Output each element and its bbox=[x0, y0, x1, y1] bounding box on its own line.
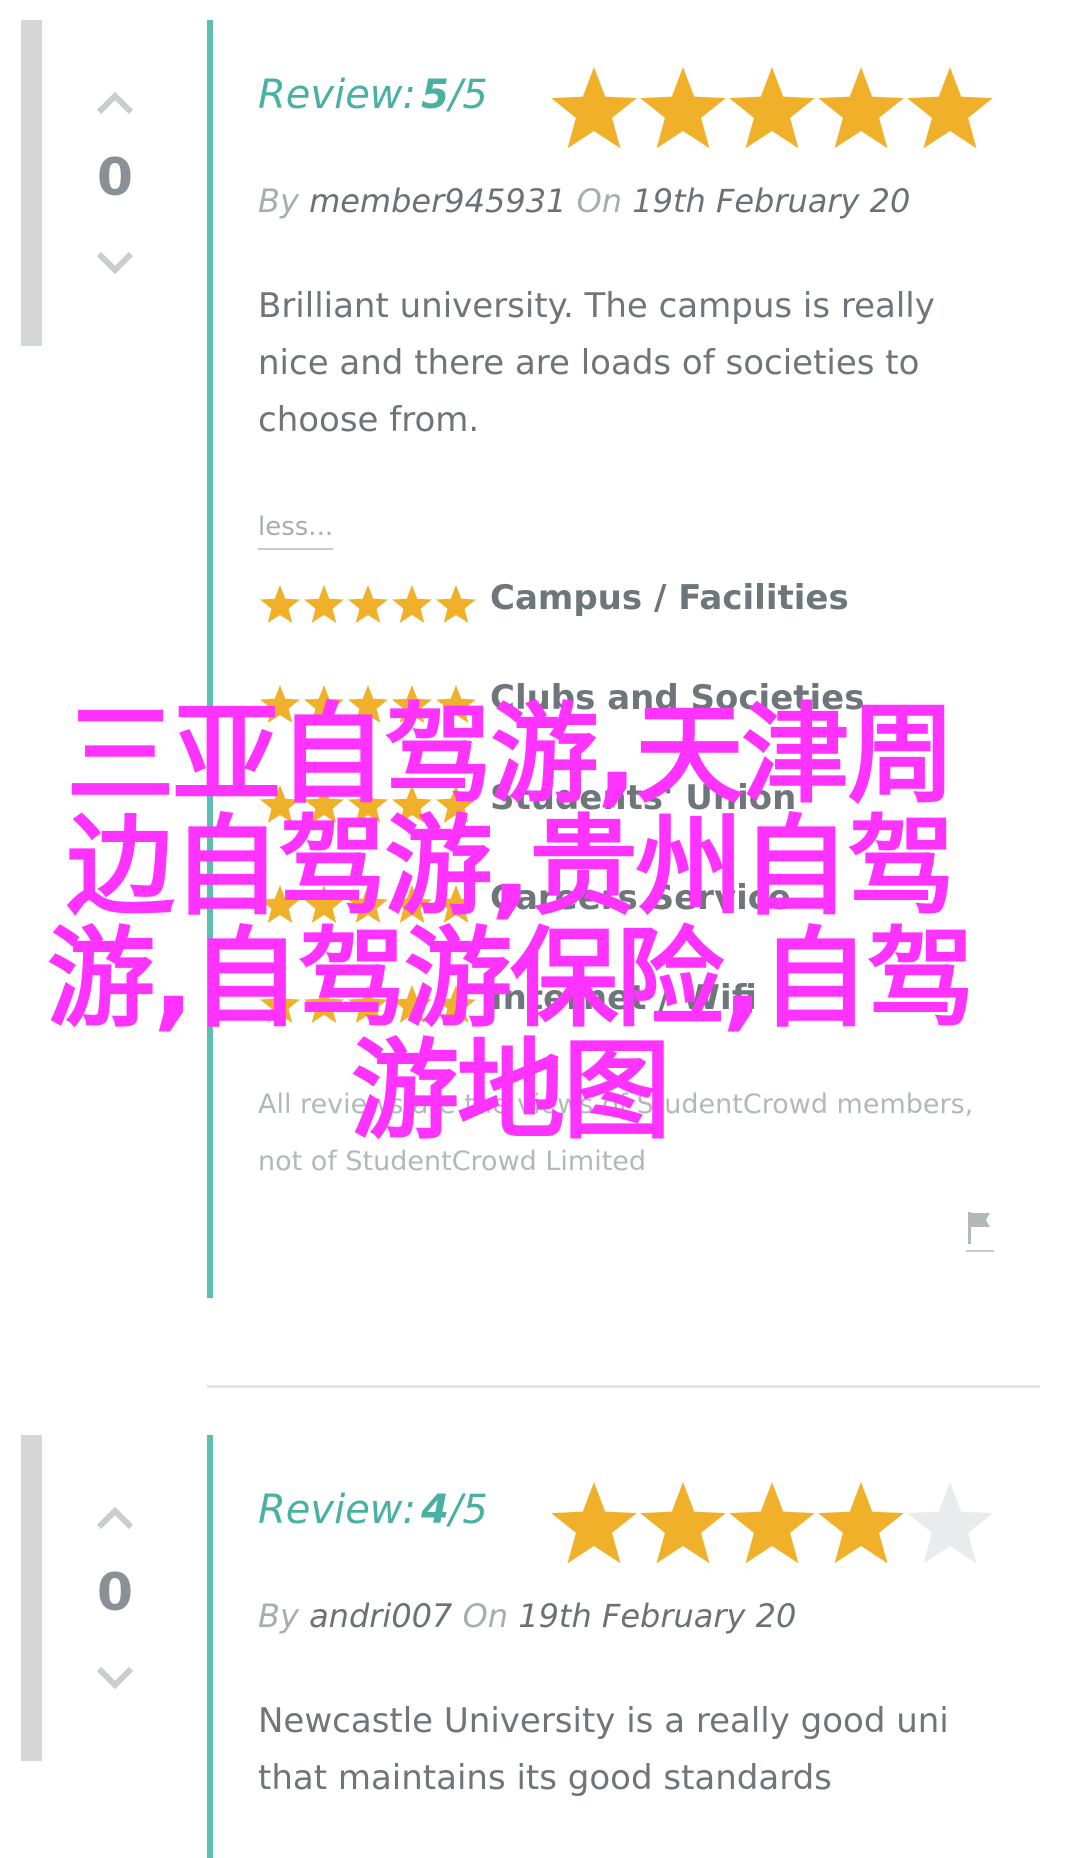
less-link[interactable]: less... bbox=[258, 512, 334, 550]
flag-icon bbox=[968, 1212, 990, 1244]
star-filled-icon bbox=[436, 585, 476, 623]
category-stars bbox=[260, 585, 476, 623]
star-filled-icon bbox=[551, 67, 637, 149]
review-byline: By andri007 On 19th February 20 bbox=[258, 1597, 796, 1635]
star-filled-icon bbox=[818, 67, 904, 149]
review-score: Review: 5/5 bbox=[258, 72, 488, 118]
review-author[interactable]: member945931 bbox=[309, 182, 566, 220]
review-text: Brilliant university. The campus is real… bbox=[258, 286, 935, 440]
review-score-max: /5 bbox=[448, 72, 488, 118]
review-date: 19th February 20 bbox=[518, 1597, 797, 1635]
review-accent-line bbox=[207, 1435, 213, 1858]
star-filled-icon bbox=[818, 1482, 904, 1564]
overall-rating-stars bbox=[551, 1482, 993, 1564]
vote-count: 0 bbox=[96, 1563, 134, 1623]
review-score-max: /5 bbox=[448, 1487, 488, 1533]
review-text: Newcastle University is a really good un… bbox=[258, 1701, 949, 1798]
upvote-icon[interactable] bbox=[95, 1503, 135, 1533]
overlay-text: 三亚自驾游,天津周边自驾游,贵州自驾游,自驾游保险,自驾游地图 bbox=[46, 693, 975, 1154]
downvote-icon[interactable] bbox=[95, 1663, 135, 1693]
review-score-value: 4 bbox=[421, 1487, 449, 1533]
star-filled-icon bbox=[260, 585, 300, 623]
star-empty-icon bbox=[907, 1482, 993, 1564]
by-label: By bbox=[258, 1597, 299, 1635]
review-author[interactable]: andri007 bbox=[309, 1597, 452, 1635]
category-label: Campus / Facilities bbox=[490, 578, 849, 618]
on-label: On bbox=[462, 1597, 509, 1635]
downvote-icon[interactable] bbox=[95, 248, 135, 278]
star-filled-icon bbox=[348, 585, 388, 623]
vote-count: 0 bbox=[96, 148, 134, 208]
review-divider bbox=[207, 1385, 1040, 1388]
by-label: By bbox=[258, 182, 299, 220]
star-filled-icon bbox=[907, 67, 993, 149]
star-filled-icon bbox=[640, 1482, 726, 1564]
review-byline: By member945931 On 19th February 20 bbox=[258, 182, 910, 220]
star-filled-icon bbox=[729, 1482, 815, 1564]
star-filled-icon bbox=[304, 585, 344, 623]
review-date: 19th February 20 bbox=[632, 182, 911, 220]
review-label: Review: bbox=[258, 72, 416, 118]
upvote-icon[interactable] bbox=[95, 88, 135, 118]
star-filled-icon bbox=[640, 67, 726, 149]
vote-sidebar bbox=[21, 20, 42, 346]
review-score-value: 5 bbox=[421, 72, 449, 118]
on-label: On bbox=[576, 182, 623, 220]
star-filled-icon bbox=[729, 67, 815, 149]
vote-sidebar bbox=[21, 1435, 42, 1761]
star-filled-icon bbox=[551, 1482, 637, 1564]
review-label: Review: bbox=[258, 1487, 416, 1533]
category-rating: Campus / Facilities bbox=[258, 578, 1018, 628]
star-filled-icon bbox=[392, 585, 432, 623]
report-button[interactable] bbox=[966, 1210, 994, 1252]
review-score: Review: 4/5 bbox=[258, 1487, 488, 1533]
overall-rating-stars bbox=[551, 67, 993, 149]
